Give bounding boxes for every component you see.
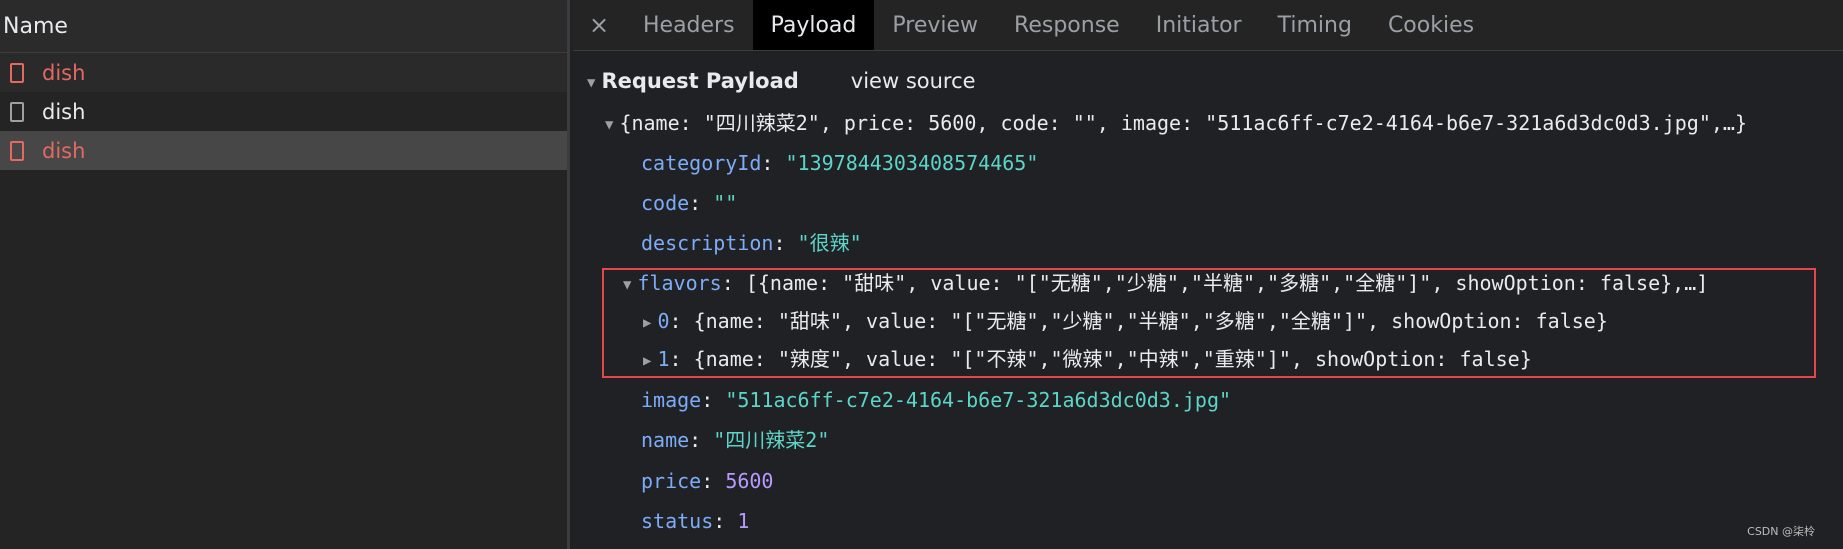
triangle-right-icon[interactable]: ▶ xyxy=(643,346,651,376)
triangle-down-icon[interactable]: ▼ xyxy=(605,110,613,140)
item-value: {name: "甜味", value: "["无糖","少糖","半糖","多糖… xyxy=(693,309,1608,333)
tab-cookies[interactable]: Cookies xyxy=(1370,0,1492,50)
field-key: code xyxy=(641,191,690,215)
item-value: {name: "辣度", value: "["不辣","微辣","中辣","重辣… xyxy=(693,347,1532,371)
view-source-link[interactable]: view source xyxy=(851,69,976,93)
field-key: status xyxy=(641,509,714,533)
tab-payload[interactable]: Payload xyxy=(752,0,875,50)
field-key: flavors xyxy=(637,271,722,295)
tab-timing[interactable]: Timing xyxy=(1260,0,1370,50)
request-list-panel: Name dish dish dish xyxy=(0,0,570,549)
file-icon xyxy=(10,101,24,122)
tab-response[interactable]: Response xyxy=(996,0,1138,50)
field-key: name xyxy=(641,428,690,452)
field-value: "" xyxy=(713,191,738,215)
triangle-down-icon[interactable]: ▼ xyxy=(623,270,631,300)
tab-headers[interactable]: Headers xyxy=(625,0,753,50)
section-title: Request Payload xyxy=(601,69,799,93)
triangle-down-icon[interactable]: ▼ xyxy=(587,68,595,98)
request-payload-header[interactable]: ▼ Request Payload view source xyxy=(587,66,976,96)
field-code: code: "" xyxy=(641,191,738,215)
field-key: image xyxy=(641,388,702,412)
field-name: name: "四川辣菜2" xyxy=(641,428,830,452)
name-column-header[interactable]: Name xyxy=(0,0,567,53)
field-value: "511ac6ff-c7e2-4164-b6e7-321a6d3dc0d3.jp… xyxy=(725,388,1232,412)
request-row[interactable]: dish xyxy=(0,53,567,92)
triangle-right-icon[interactable]: ▶ xyxy=(643,308,651,338)
field-flavors[interactable]: ▼ flavors: [{name: "甜味", value: "["无糖","少… xyxy=(623,268,1708,298)
item-index: 0 xyxy=(657,309,670,333)
file-icon xyxy=(10,140,24,161)
flavors-item[interactable]: ▶ 1: {name: "辣度", value: "["不辣","微辣","中辣"… xyxy=(643,344,1532,374)
tab-initiator[interactable]: Initiator xyxy=(1138,0,1260,50)
name-column-label: Name xyxy=(3,13,68,39)
request-name: dish xyxy=(42,99,86,124)
watermark: CSDN @柒柃 xyxy=(1747,525,1815,538)
payload-root-summary[interactable]: ▼ {name: "四川辣菜2", price: 5600, code: "", … xyxy=(605,108,1747,138)
field-key: price xyxy=(641,469,702,493)
flavors-summary: [{name: "甜味", value: "["无糖","少糖","半糖","多… xyxy=(745,271,1709,295)
field-status: status: 1 xyxy=(641,509,750,533)
field-value: "很辣" xyxy=(797,231,862,255)
request-name: dish xyxy=(42,138,86,163)
field-value: "四川辣菜2" xyxy=(713,428,830,452)
field-image: image: "511ac6ff-c7e2-4164-b6e7-321a6d3d… xyxy=(641,388,1232,412)
field-description: description: "很辣" xyxy=(641,231,862,255)
request-name: dish xyxy=(42,60,86,85)
field-categoryid: categoryId: "1397844303408574465" xyxy=(641,151,1039,175)
request-row-selected[interactable]: dish xyxy=(0,131,567,170)
request-row[interactable]: dish xyxy=(0,92,567,131)
field-value: "1397844303408574465" xyxy=(785,151,1039,175)
field-value: 5600 xyxy=(725,469,774,493)
field-price: price: 5600 xyxy=(641,469,774,493)
root-summary-text: {name: "四川辣菜2", price: 5600, code: "", i… xyxy=(619,111,1748,135)
flavors-item[interactable]: ▶ 0: {name: "甜味", value: "["无糖","少糖","半糖"… xyxy=(643,306,1608,336)
file-icon xyxy=(10,62,24,83)
item-index: 1 xyxy=(657,347,670,371)
tab-preview[interactable]: Preview xyxy=(874,0,996,50)
details-tab-bar: × Headers Payload Preview Response Initi… xyxy=(573,0,1843,51)
field-key: categoryId xyxy=(641,151,762,175)
close-icon[interactable]: × xyxy=(573,0,625,50)
field-key: description xyxy=(641,231,774,255)
field-value: 1 xyxy=(737,509,750,533)
